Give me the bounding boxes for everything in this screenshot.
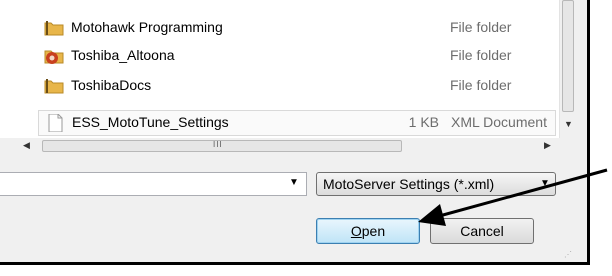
screenshot: Motohawk Programming File folder Toshiba… — [0, 0, 612, 276]
annotation-arrow — [418, 168, 608, 226]
